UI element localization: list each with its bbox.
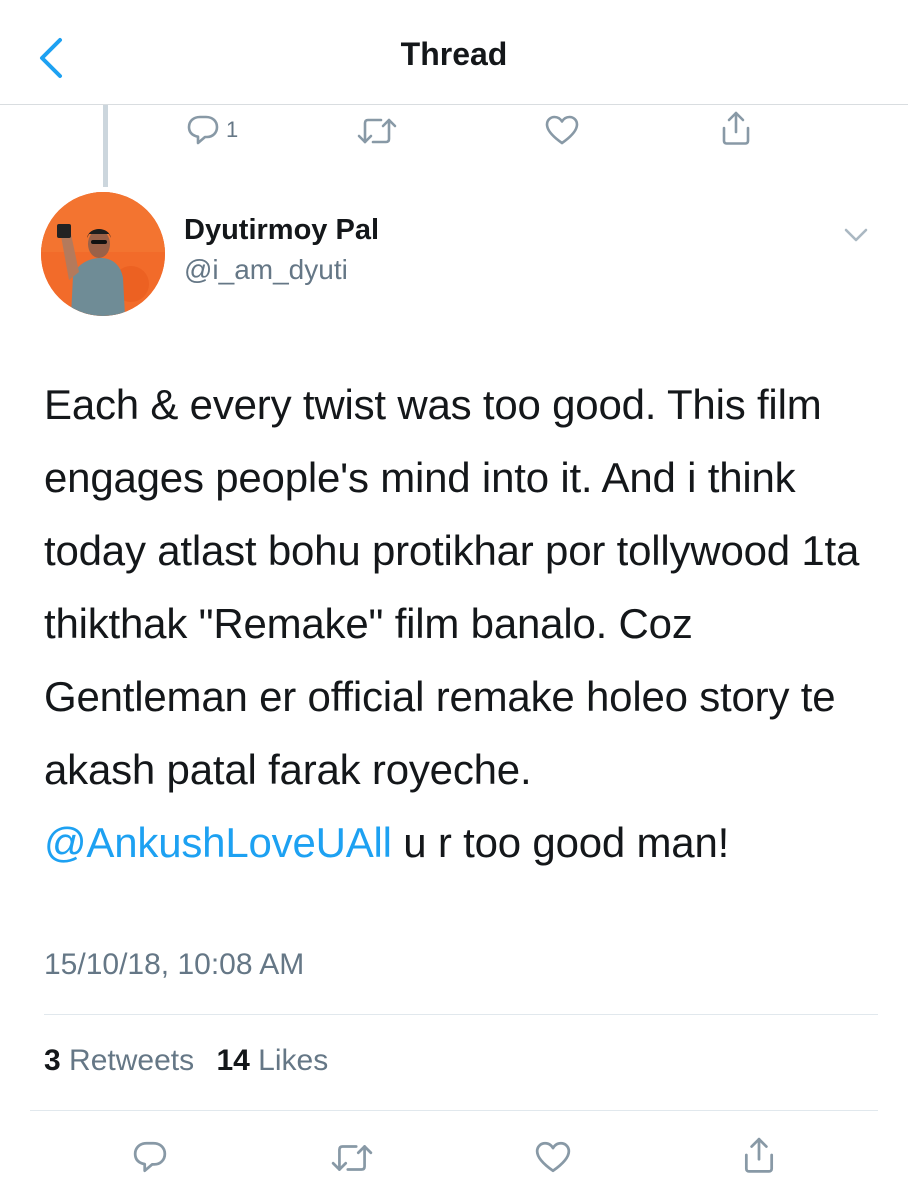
likes-stat[interactable]: 14 Likes — [216, 1044, 328, 1077]
engagement-stats: 3 Retweets 14 Likes — [44, 1044, 342, 1078]
header-divider — [0, 104, 908, 105]
like-icon — [545, 115, 579, 145]
reply-icon — [133, 1141, 167, 1173]
retweet-icon — [331, 1145, 373, 1171]
likes-label: Likes — [258, 1044, 329, 1077]
like-button[interactable] — [544, 114, 580, 146]
share-icon — [722, 111, 750, 145]
like-button[interactable] — [534, 1140, 572, 1174]
tweet-timestamp: 15/10/18, 10:08 AM — [44, 948, 305, 981]
page-title: Thread — [400, 36, 508, 72]
top-navigation-bar: Thread — [0, 0, 908, 104]
profile-photo — [41, 192, 165, 316]
like-icon — [535, 1141, 571, 1173]
retweets-count: 3 — [44, 1044, 61, 1077]
author-name[interactable]: Dyutirmoy Pal — [184, 214, 379, 247]
share-button[interactable] — [720, 110, 752, 146]
tweet-action-bar — [0, 1136, 908, 1186]
retweets-stat[interactable]: 3 Retweets — [44, 1044, 194, 1077]
mention-link[interactable]: @AnkushLoveUAll — [44, 819, 392, 866]
chevron-down-icon — [844, 228, 868, 242]
tweet-text-body: Each & every twist was too good. This fi… — [44, 381, 860, 793]
share-icon — [744, 1137, 774, 1173]
share-button[interactable] — [742, 1136, 776, 1174]
reply-button[interactable] — [132, 1140, 168, 1174]
retweet-button[interactable] — [330, 1142, 374, 1174]
reply-count: 1 — [226, 117, 239, 142]
divider — [30, 1110, 878, 1111]
previous-tweet-action-bar: 1 — [0, 108, 908, 152]
retweets-label: Retweets — [69, 1044, 195, 1077]
retweet-button[interactable] — [356, 116, 398, 146]
retweet-icon — [357, 118, 397, 144]
tweet-text: Each & every twist was too good. This fi… — [44, 368, 874, 879]
likes-count: 14 — [216, 1044, 250, 1077]
reply-button[interactable]: 1 — [186, 114, 238, 146]
author-handle[interactable]: @i_am_dyuti — [184, 254, 348, 286]
divider — [44, 1014, 878, 1015]
tweet-text-tail: u r too good man! — [391, 819, 730, 866]
reply-icon — [187, 115, 219, 145]
avatar[interactable] — [41, 192, 165, 316]
more-options-button[interactable] — [838, 222, 874, 248]
